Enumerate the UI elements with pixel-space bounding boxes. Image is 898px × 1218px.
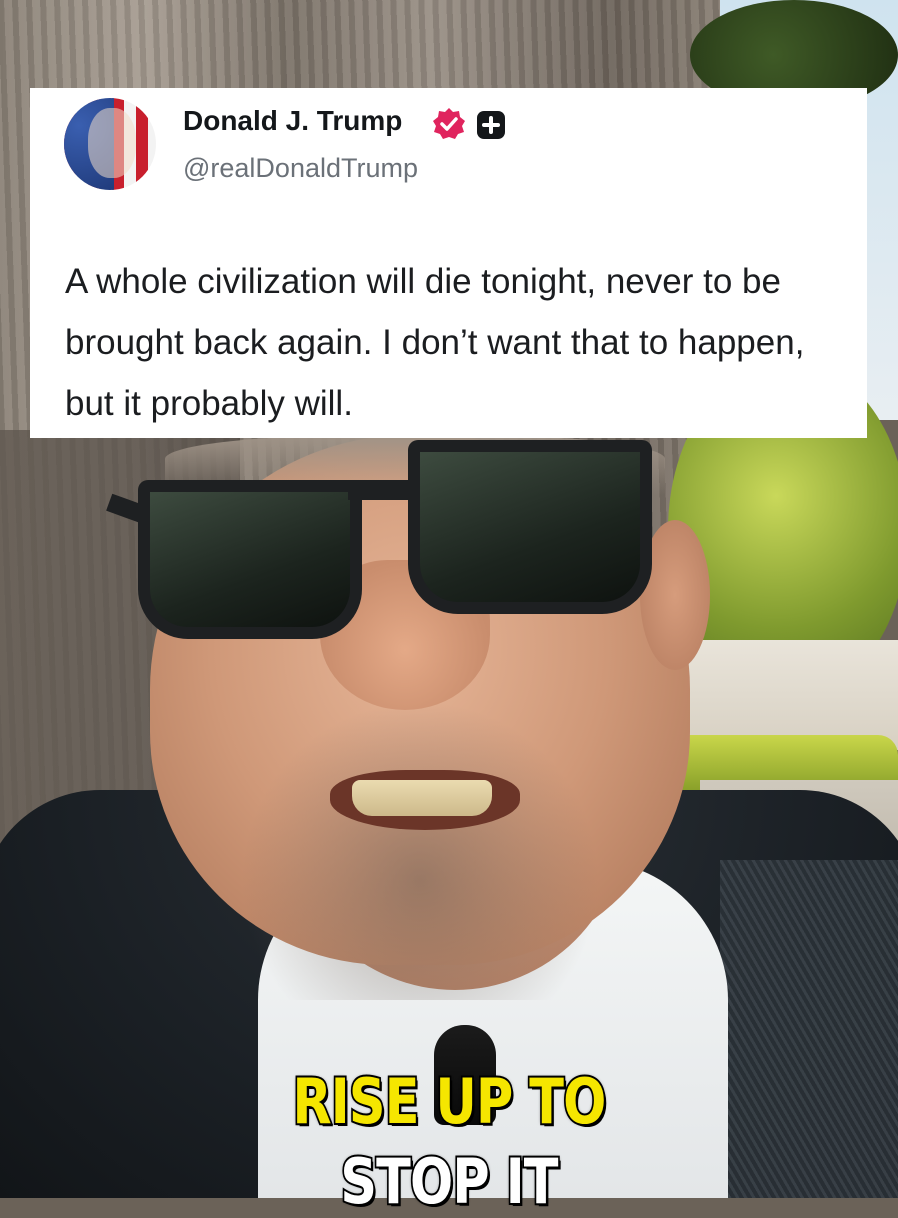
caption-line-1: RISE UP TO bbox=[291, 1063, 608, 1140]
plus-badge-icon bbox=[477, 111, 505, 139]
teeth bbox=[352, 780, 492, 816]
sunglasses-lens-left bbox=[138, 480, 362, 639]
avatar bbox=[64, 98, 156, 190]
tweet-card: Donald J. Trump @realDonaldTrump A whole… bbox=[30, 88, 867, 438]
author-name: Donald J. Trump bbox=[183, 105, 403, 136]
verified-badge-icon bbox=[433, 108, 465, 139]
sunglasses bbox=[106, 440, 663, 655]
building bbox=[680, 640, 898, 750]
tweet-text: A whole civilization will die tonight, n… bbox=[65, 262, 805, 423]
author-handle: @realDonaldTrump bbox=[183, 153, 418, 183]
sunglasses-lens-right bbox=[408, 440, 652, 614]
avatar-face bbox=[88, 108, 136, 178]
caption-line-2: STOP IT bbox=[339, 1143, 560, 1218]
stubble bbox=[240, 700, 600, 1000]
